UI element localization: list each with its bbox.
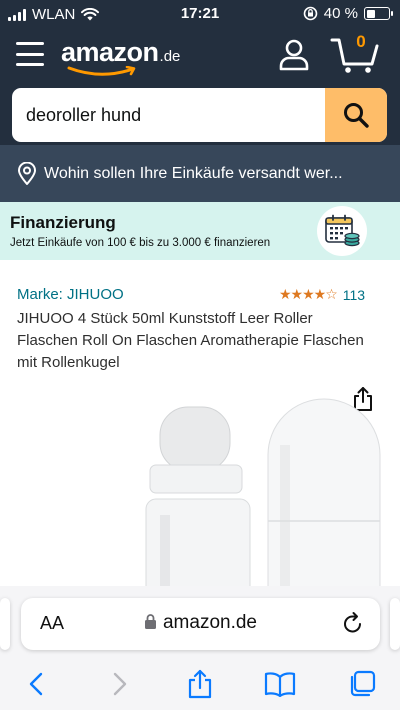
- address-bar[interactable]: AA amazon.de: [21, 598, 380, 650]
- search-input[interactable]: deoroller hund: [26, 88, 141, 142]
- tabs-button[interactable]: [346, 668, 378, 700]
- reload-icon: [344, 612, 361, 633]
- browser-nav: [0, 664, 400, 704]
- share-icon: [188, 669, 212, 699]
- logo-tld: .de: [159, 48, 181, 65]
- url-display[interactable]: amazon.de: [21, 612, 380, 634]
- smile-arrow-icon: [67, 66, 136, 76]
- financing-subtitle: Jetzt Einkäufe von 100 € bis zu 3.000 € …: [10, 237, 271, 249]
- financing-banner[interactable]: Finanzierung Jetzt Einkäufe von 100 € bi…: [0, 202, 400, 260]
- rating-count: 113: [342, 286, 366, 303]
- orientation-lock-icon: [303, 6, 318, 21]
- chevron-right-icon: [113, 672, 127, 696]
- product-section: Marke: JIHUOO ★★★★☆ 113 JIHUOO 4 Stück 5…: [0, 260, 400, 595]
- financing-title: Finanzierung: [10, 213, 116, 232]
- next-tab-peek[interactable]: [390, 598, 400, 650]
- browser-toolbar: AA amazon.de: [0, 586, 400, 710]
- status-right: 40 %: [303, 5, 393, 22]
- search-button[interactable]: [325, 88, 387, 142]
- product-image[interactable]: [0, 395, 400, 595]
- brand-link[interactable]: Marke: JIHUOO: [17, 286, 124, 303]
- hamburger-menu-button[interactable]: [16, 42, 44, 66]
- lock-icon: [144, 614, 156, 629]
- delivery-location-bar[interactable]: Wohin sollen Ihre Einkäufe versandt wer.…: [0, 145, 400, 202]
- calendar-coins-icon: [317, 206, 367, 256]
- previous-tab-peek[interactable]: [0, 598, 10, 650]
- reload-button[interactable]: [342, 611, 364, 640]
- bookmarks-button[interactable]: [264, 668, 296, 700]
- magnifier-icon: [344, 103, 369, 128]
- account-button[interactable]: [276, 36, 312, 72]
- rating[interactable]: ★★★★☆ 113: [279, 286, 365, 303]
- amazon-logo[interactable]: amazon.de: [61, 37, 181, 76]
- cart-count: 0: [356, 32, 366, 51]
- rating-stars-icon: ★★★★☆: [279, 286, 338, 302]
- pin-icon: [18, 161, 36, 185]
- tabs-icon: [350, 670, 376, 697]
- amazon-header: amazon.de 0 deoroller hund: [0, 28, 400, 145]
- logo-word: amazon: [61, 37, 159, 67]
- domain-text: amazon.de: [162, 612, 257, 633]
- book-icon: [264, 672, 296, 697]
- forward-button[interactable]: [104, 668, 136, 700]
- share-page-button[interactable]: [184, 668, 216, 700]
- battery-icon: [364, 7, 393, 20]
- back-button[interactable]: [20, 668, 52, 700]
- chevron-left-icon: [29, 672, 43, 696]
- product-title: JIHUOO 4 Stück 50ml Kunststoff Leer Roll…: [17, 310, 364, 371]
- search-bar: deoroller hund: [12, 88, 387, 142]
- status-bar: WLAN 17:21 40 %: [0, 0, 400, 28]
- location-text: Wohin sollen Ihre Einkäufe versandt wer.…: [44, 164, 343, 182]
- person-icon: [279, 39, 309, 71]
- cart-button[interactable]: 0: [330, 32, 380, 74]
- battery-percent: 40 %: [323, 5, 358, 22]
